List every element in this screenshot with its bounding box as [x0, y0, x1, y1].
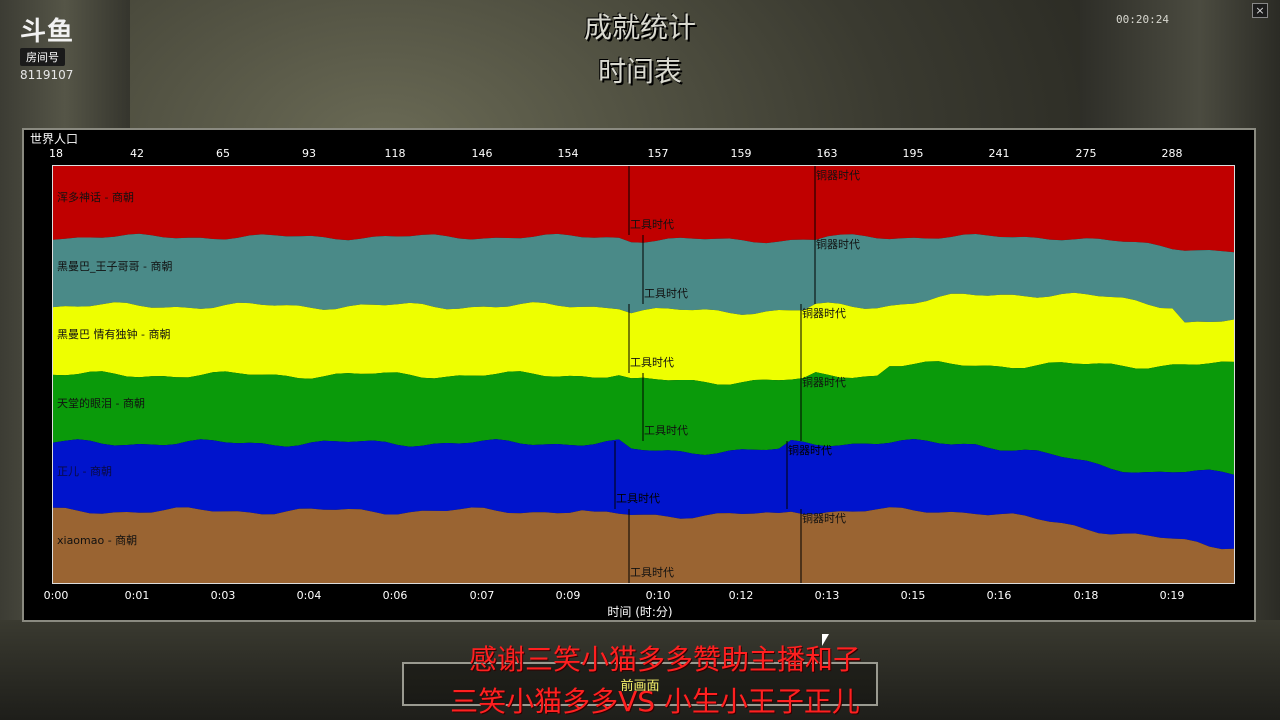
- bronze-age-marker-label: 铜器时代: [802, 375, 846, 389]
- time-tick: 0:12: [728, 589, 754, 602]
- metric-label[interactable]: 世界人口: [30, 130, 78, 147]
- time-tick: 0:09: [555, 589, 581, 602]
- bronze-age-marker-label: 铜器时代: [816, 237, 860, 251]
- time-tick: 0:03: [210, 589, 236, 602]
- timeline-chart: 浑多神话 - 商朝黑曼巴_王子哥哥 - 商朝黑曼巴 情有独钟 - 商朝天堂的眼泪…: [53, 166, 1234, 583]
- time-tick: 0:15: [900, 589, 926, 602]
- tool-age-marker-label: 工具时代: [644, 424, 688, 437]
- time-tick: 0:18: [1073, 589, 1099, 602]
- tool-age-marker-label: 工具时代: [630, 566, 674, 579]
- population-tick: 65: [216, 147, 230, 160]
- player-name-label: 正儿 - 商朝: [57, 464, 112, 478]
- page-subtitle: 时间表: [597, 55, 682, 88]
- population-tick: 163: [816, 147, 838, 160]
- time-tick: 0:16: [986, 589, 1012, 602]
- player-name-label: 黑曼巴 情有独钟 - 商朝: [57, 327, 170, 341]
- tool-age-marker-label: 工具时代: [630, 218, 674, 231]
- time-tick: 0:01: [124, 589, 150, 602]
- close-button[interactable]: ×: [1252, 3, 1268, 18]
- tool-age-marker-label: 工具时代: [616, 492, 660, 505]
- population-tick: 42: [130, 147, 144, 160]
- timeline-plot: 浑多神话 - 商朝黑曼巴_王子哥哥 - 商朝 黑曼巴 情有独钟 - 商朝 天堂的眼泪…: [52, 165, 1235, 584]
- population-tick: 18: [49, 147, 63, 160]
- time-tick: 0:07: [469, 589, 495, 602]
- population-tick: 159: [730, 147, 752, 160]
- mouse-cursor-icon: [822, 634, 829, 646]
- game-clock: 00:20:24: [1116, 13, 1169, 26]
- stream-overlay-match: 三笑小猫多多VS 小生小王子正儿: [450, 685, 860, 718]
- tool-age-marker-label: 工具时代: [644, 287, 688, 300]
- time-tick: 0:00: [43, 589, 69, 602]
- population-tick: 93: [302, 147, 316, 160]
- bronze-age-marker-label: 铜器时代: [802, 511, 846, 525]
- bronze-age-marker-label: 铜器时代: [802, 306, 846, 320]
- population-tick: 146: [471, 147, 493, 160]
- stream-overlay-thanks: 感谢三笑小猫多多赞助主播和子: [468, 643, 862, 676]
- time-tick: 0:19: [1159, 589, 1185, 602]
- player-name-label: 天堂的眼泪 - 商朝: [57, 396, 145, 410]
- population-tick: 154: [557, 147, 579, 160]
- population-tick: 288: [1161, 147, 1183, 160]
- population-tick: 118: [384, 147, 406, 160]
- population-tick: 241: [988, 147, 1010, 160]
- population-tick: 195: [902, 147, 924, 160]
- time-tick: 0:13: [814, 589, 840, 602]
- bronze-age-marker-label: 铜器时代: [788, 443, 832, 457]
- time-tick: 0:06: [382, 589, 408, 602]
- player-name-label: 浑多神话 - 商朝: [57, 190, 134, 204]
- x-axis-title: 时间 (时:分): [607, 605, 673, 619]
- population-tick: 275: [1075, 147, 1097, 160]
- page-title: 成就统计: [583, 11, 696, 44]
- time-tick: 0:04: [296, 589, 322, 602]
- player-name-label: 黑曼巴_王子哥哥 - 商朝: [57, 259, 172, 273]
- population-tick: 157: [647, 147, 669, 160]
- tool-age-marker-label: 工具时代: [630, 356, 674, 369]
- bronze-age-marker-label: 铜器时代: [816, 168, 860, 182]
- population-tick-row: 18 42 65 93 118 146 154 157 159 163 195 241 275 288: [0, 147, 1280, 161]
- player-name-label: xiaomao - 商朝: [57, 533, 137, 547]
- time-tick-row: 0:00 0:01 0:03 0:04 0:06 0:07 0:09 0:10 0:12 0:13…: [0, 589, 1280, 603]
- time-tick: 0:10: [645, 589, 671, 602]
